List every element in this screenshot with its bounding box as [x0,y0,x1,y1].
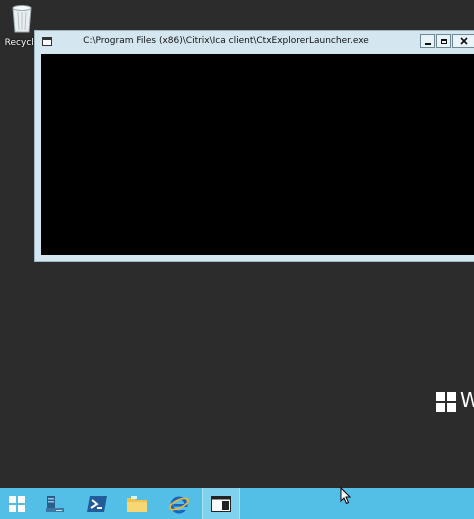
powershell-icon [87,495,107,512]
windows-watermark-logo-icon [436,392,456,412]
taskbar-console-app[interactable] [202,488,240,519]
taskbar-file-explorer[interactable] [120,488,154,519]
file-explorer-icon [127,495,147,512]
start-button[interactable] [0,488,34,519]
maximize-icon [440,38,447,44]
maximize-button[interactable] [436,34,451,48]
taskbar-server-manager[interactable] [38,488,72,519]
taskbar-powershell[interactable] [80,488,114,519]
close-button[interactable] [452,34,474,48]
console-app-icon [211,495,231,512]
window-titlebar[interactable]: C:\Program Files (x86)\Citrix\Ica client… [35,31,474,53]
minimize-icon [424,42,431,45]
internet-explorer-icon [168,496,190,513]
close-icon [460,37,468,45]
minimize-button[interactable] [420,34,435,48]
taskbar-internet-explorer[interactable] [162,488,196,519]
console-output-area[interactable] [41,54,474,255]
taskbar [0,488,474,519]
start-windows-icon [9,495,25,512]
mouse-cursor-icon [340,487,352,505]
windows-watermark-text: W [460,388,474,412]
console-window[interactable]: C:\Program Files (x86)\Citrix\Ica client… [34,30,474,262]
recycle-bin-icon [12,5,32,33]
window-title: C:\Program Files (x86)\Citrix\Ica client… [83,36,369,46]
server-manager-icon [46,495,64,512]
